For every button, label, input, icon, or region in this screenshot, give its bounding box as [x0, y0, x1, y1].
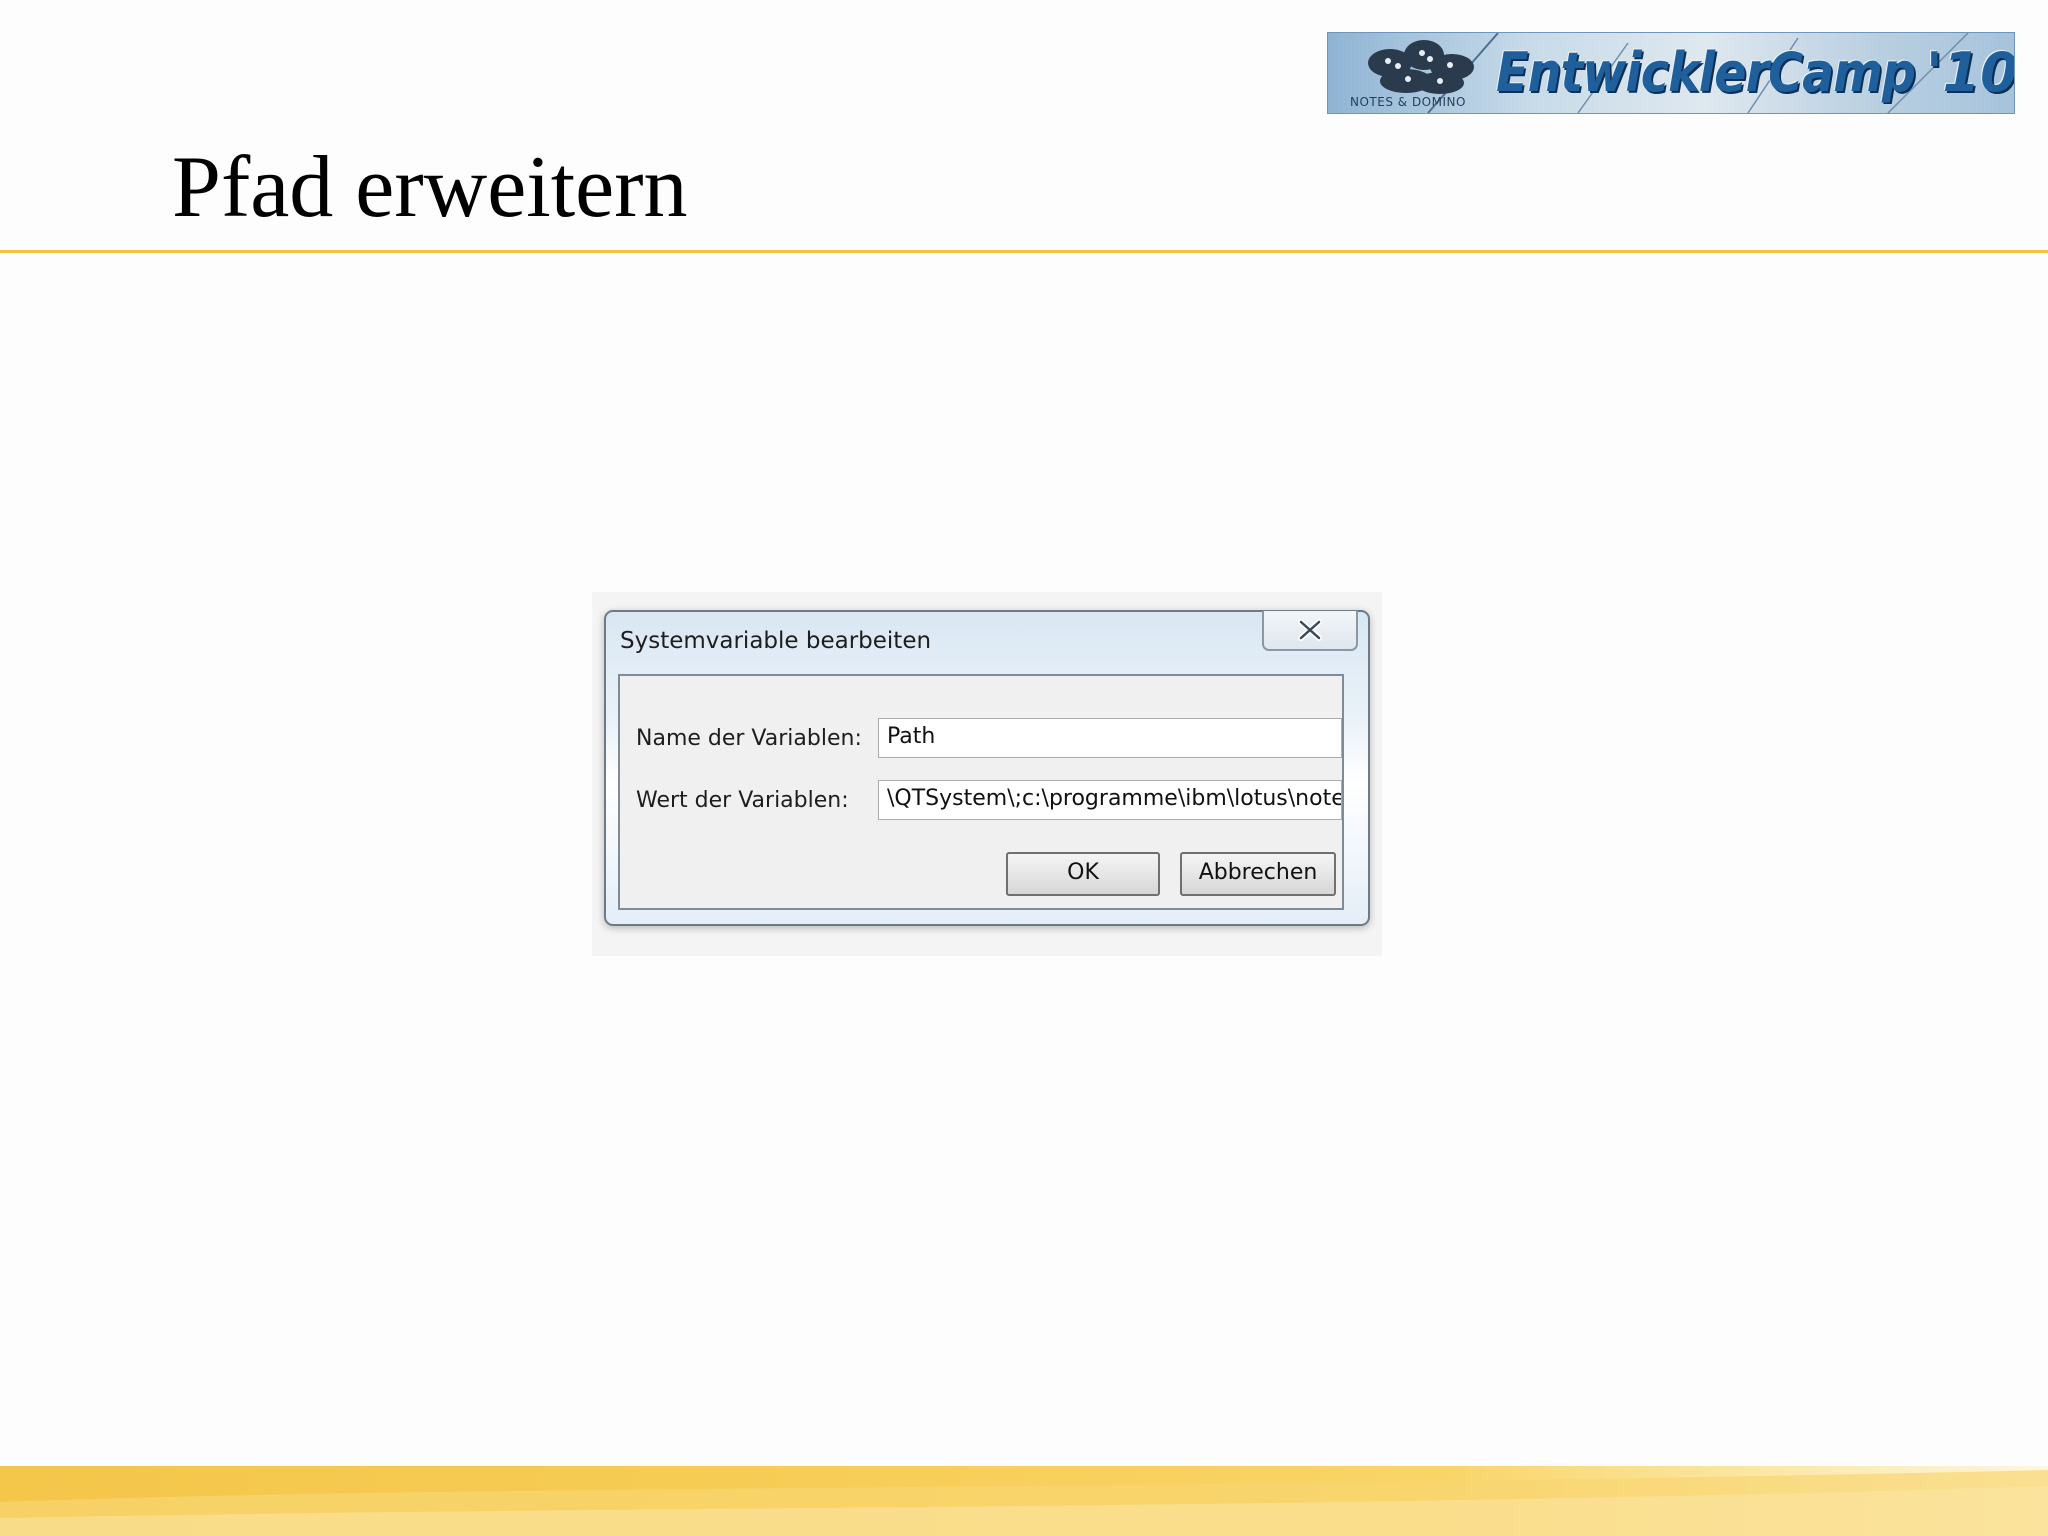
- ok-button[interactable]: OK: [1006, 852, 1160, 896]
- slide-title: Pfad erweitern: [172, 139, 688, 236]
- footer-band: [0, 1466, 2048, 1536]
- close-x-icon: [1298, 619, 1322, 641]
- edit-system-variable-dialog: Systemvariable bearbeiten Name der Varia…: [604, 610, 1370, 926]
- variable-name-input[interactable]: Path: [878, 718, 1342, 758]
- title-divider: [0, 250, 2048, 253]
- entwicklercamp-logo: EntwicklerCamp '10 NOTES & DOMINO: [1327, 32, 2015, 114]
- logo-year: '10: [1926, 41, 2015, 104]
- footer-swoosh: [0, 1470, 2048, 1536]
- close-button[interactable]: [1262, 611, 1358, 651]
- flower-icon: [1368, 40, 1474, 94]
- variable-name-label: Name der Variablen:: [636, 726, 862, 751]
- dialog-title: Systemvariable bearbeiten: [620, 628, 932, 654]
- cancel-button[interactable]: Abbrechen: [1180, 852, 1336, 896]
- logo-subtitle: NOTES & DOMINO: [1350, 95, 1466, 109]
- logo-wordmark: EntwicklerCamp: [1496, 41, 1916, 104]
- variable-value-label: Wert der Variablen:: [636, 788, 849, 813]
- dialog-client-area: Name der Variablen: Path Wert der Variab…: [618, 674, 1344, 910]
- dialog-screenshot: Systemvariable bearbeiten Name der Varia…: [592, 592, 1382, 956]
- variable-value-input[interactable]: \QTSystem\;c:\programme\ibm\lotus\notes: [878, 780, 1342, 820]
